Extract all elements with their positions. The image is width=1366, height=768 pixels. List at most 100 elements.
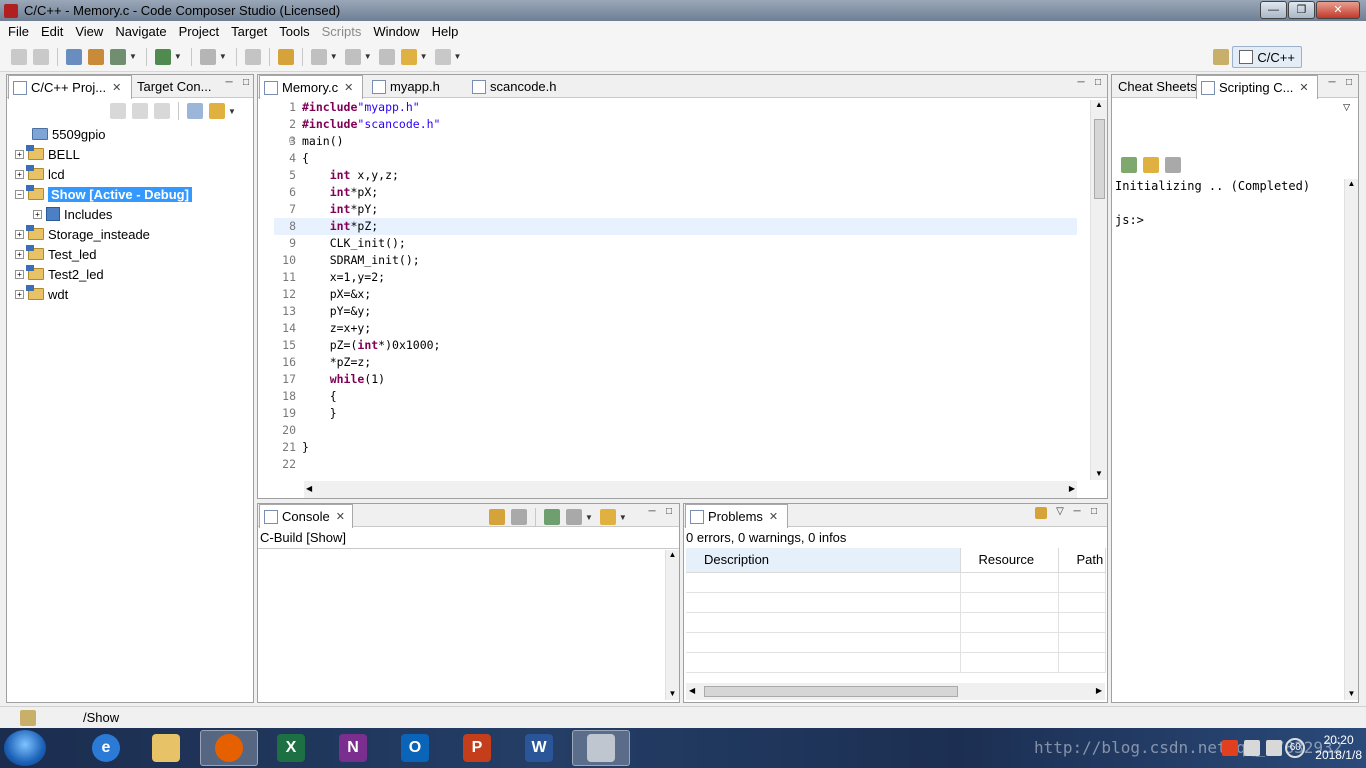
maximize-view-icon[interactable]: □ — [1342, 78, 1356, 90]
run-external-icon[interactable] — [199, 48, 216, 65]
taskbar-excel[interactable]: X — [262, 730, 320, 766]
taskbar-powerpoint[interactable]: P — [448, 730, 506, 766]
target-config-icon[interactable] — [110, 48, 126, 65]
run-dropdown-icon[interactable]: ▼ — [219, 52, 227, 61]
code-line[interactable]: 20 — [274, 422, 1077, 439]
expand-icon[interactable]: + — [15, 149, 24, 159]
menu-project[interactable]: Project — [173, 24, 225, 39]
code-line[interactable]: 15 pZ=(int*)0x1000; — [274, 337, 1077, 354]
code-line[interactable]: 12 pX=&x; — [274, 286, 1077, 303]
perspective-cpp-button[interactable]: C/C++ — [1232, 46, 1302, 68]
tab-problems[interactable]: Problems ✕ — [685, 504, 788, 528]
column-resource[interactable]: Resource — [960, 548, 1059, 573]
scroll-up-icon[interactable]: ▲ — [1345, 179, 1358, 188]
pin-icon[interactable] — [277, 48, 294, 65]
code-line[interactable]: 3 ⊟ main() — [274, 133, 1077, 150]
clear-console-icon[interactable] — [511, 509, 527, 525]
scroll-thumb[interactable] — [1094, 119, 1105, 199]
tree-item-wdt[interactable]: + wdt — [15, 284, 68, 304]
tab-myapp-h[interactable]: myapp.h — [368, 75, 444, 98]
close-icon[interactable]: ✕ — [1299, 81, 1308, 94]
problems-horizontal-scrollbar[interactable]: ◀ ▶ — [686, 683, 1105, 700]
console-vertical-scrollbar[interactable]: ▲ ▼ — [665, 550, 679, 700]
clear-console-icon[interactable] — [1165, 157, 1181, 173]
code-line[interactable]: 19 } — [274, 405, 1077, 422]
minimize-button[interactable]: — — [1260, 1, 1287, 19]
tab-cpp-projects[interactable]: C/C++ Proj... ✕ — [8, 75, 132, 99]
scroll-right-icon[interactable]: ▶ — [1069, 484, 1075, 493]
print-icon[interactable] — [33, 48, 49, 65]
maximize-view-icon[interactable]: □ — [1087, 507, 1101, 519]
expand-icon[interactable]: + — [15, 289, 24, 299]
close-icon[interactable]: ✕ — [769, 510, 778, 523]
close-icon[interactable]: ✕ — [336, 510, 345, 523]
back-icon[interactable] — [110, 103, 126, 119]
code-line[interactable]: 10 SDRAM_init(); — [274, 252, 1077, 269]
code-line[interactable]: 4{ — [274, 150, 1077, 167]
menu-help[interactable]: Help — [426, 24, 465, 39]
open-console-dropdown-icon[interactable]: ▼ — [619, 513, 627, 522]
code-line[interactable]: 8 int*pZ; — [274, 218, 1077, 235]
dropdown-arrow-icon[interactable]: ▼ — [129, 52, 137, 61]
code-line[interactable]: 13 pY=&y; — [274, 303, 1077, 320]
last-edit-icon[interactable] — [378, 48, 395, 65]
tree-item-includes[interactable]: + Includes — [33, 204, 112, 224]
tree-item-test-led[interactable]: + Test_led — [15, 244, 96, 264]
back-dropdown-icon[interactable]: ▼ — [420, 52, 428, 61]
up-icon[interactable] — [154, 103, 170, 119]
expand-icon[interactable]: + — [15, 169, 24, 179]
tray-badge[interactable]: 60 — [1285, 738, 1306, 758]
scroll-thumb[interactable] — [704, 686, 958, 697]
display-dropdown-icon[interactable]: ▼ — [585, 513, 593, 522]
collapse-all-icon[interactable] — [187, 103, 203, 119]
display-console-icon[interactable] — [566, 509, 582, 525]
code-line[interactable]: 21} — [274, 439, 1077, 456]
menu-edit[interactable]: Edit — [35, 24, 69, 39]
open-perspective-icon[interactable] — [1213, 49, 1230, 65]
menu-navigate[interactable]: Navigate — [109, 24, 172, 39]
close-icon[interactable]: ✕ — [344, 81, 353, 94]
code-line[interactable]: 5 int x,y,z; — [274, 167, 1077, 184]
forward-dropdown-icon[interactable]: ▼ — [454, 52, 462, 61]
tab-cheat-sheets[interactable]: Cheat Sheets — [1114, 75, 1201, 98]
collapse-icon[interactable]: − — [15, 189, 24, 199]
tab-scripting-console[interactable]: Scripting C... ✕ — [1196, 75, 1318, 99]
prev-annotation-icon[interactable] — [344, 48, 361, 65]
network-icon[interactable] — [1244, 740, 1261, 756]
taskbar-file-explorer[interactable] — [137, 730, 195, 766]
tab-console[interactable]: Console ✕ — [259, 504, 353, 528]
tree-item-bell[interactable]: + BELL — [15, 144, 80, 164]
tree-item-storage-insteade[interactable]: + Storage_insteade — [15, 224, 150, 244]
taskbar-onenote[interactable]: N — [324, 730, 382, 766]
minimize-view-icon[interactable]: ─ — [222, 78, 236, 90]
scroll-up-icon[interactable]: ▲ — [1091, 100, 1107, 109]
expand-icon[interactable]: + — [15, 269, 24, 279]
scroll-lock-icon[interactable] — [489, 509, 505, 525]
tab-memory-c[interactable]: Memory.c ✕ — [259, 75, 363, 99]
tree-item-show[interactable]: − Show [Active - Debug] — [15, 184, 192, 204]
code-line[interactable]: 9 CLK_init(); — [274, 235, 1077, 252]
forward-icon[interactable] — [434, 48, 451, 65]
open-script-icon[interactable] — [1143, 157, 1159, 173]
tab-scancode-h[interactable]: scancode.h — [468, 75, 561, 98]
fold-icon[interactable]: ⊟ — [289, 133, 294, 150]
editor-horizontal-scrollbar[interactable]: ◀ ▶ — [304, 481, 1077, 498]
next-annotation-dropdown-icon[interactable]: ▼ — [330, 52, 338, 61]
menu-window[interactable]: Window — [367, 24, 425, 39]
filter-icon[interactable] — [1035, 507, 1047, 519]
expand-icon[interactable]: + — [33, 209, 42, 219]
edit-icon[interactable] — [244, 48, 261, 65]
maximize-view-icon[interactable]: □ — [662, 507, 676, 519]
menu-tools[interactable]: Tools — [273, 24, 315, 39]
code-editor[interactable]: 1 #include"myapp.h" 2 #include"scancode.h" 3… — [274, 99, 1077, 480]
code-line[interactable]: 22 — [274, 456, 1077, 473]
tree-item-5509gpio[interactable]: 5509gpio — [32, 124, 106, 144]
start-button[interactable] — [4, 730, 46, 766]
pin-console-icon[interactable] — [544, 509, 560, 525]
scripting-vertical-scrollbar[interactable]: ▲ ▼ — [1344, 179, 1358, 700]
expand-icon[interactable]: + — [15, 229, 24, 239]
volume-icon[interactable] — [1266, 740, 1283, 756]
scroll-right-icon[interactable]: ▶ — [1096, 686, 1102, 695]
next-annotation-icon[interactable] — [310, 48, 327, 65]
restore-button[interactable]: ❐ — [1288, 1, 1315, 19]
